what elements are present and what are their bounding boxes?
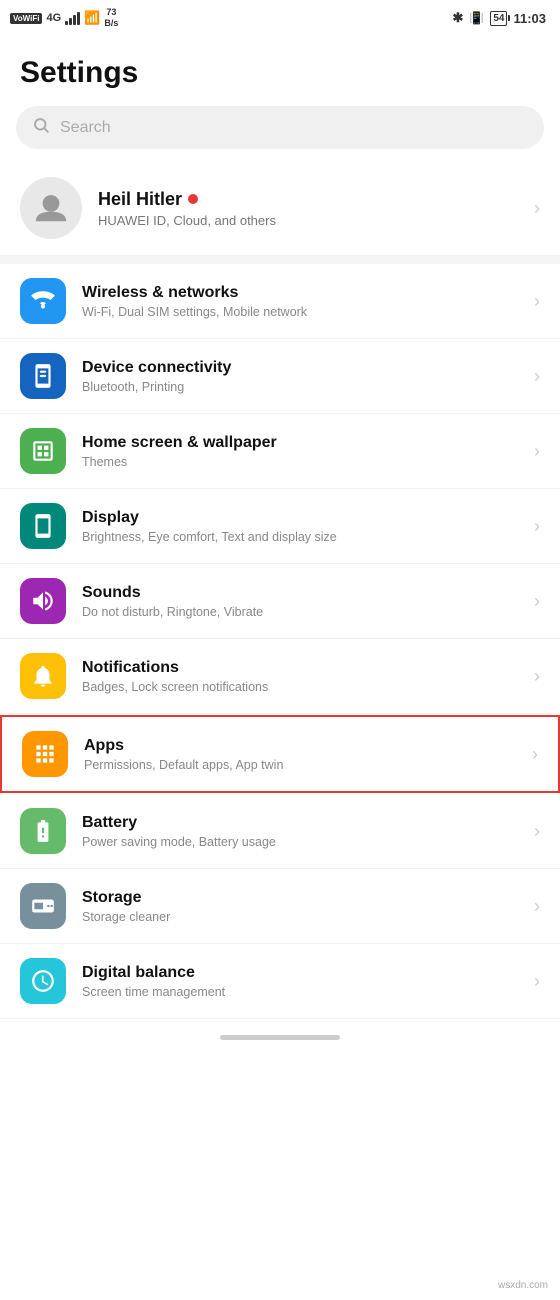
home-bar <box>0 1019 560 1052</box>
wireless-text: Wireless & networks Wi-Fi, Dual SIM sett… <box>82 284 526 319</box>
wifi-icon: 📶 <box>84 10 100 26</box>
settings-list: Wireless & networks Wi-Fi, Dual SIM sett… <box>0 264 560 1019</box>
digital-balance-icon <box>20 958 66 1004</box>
profile-subtitle: HUAWEI ID, Cloud, and others <box>98 213 518 228</box>
battery-container: 54 <box>490 11 507 26</box>
apps-title: Apps <box>84 737 524 755</box>
storage-subtitle: Storage cleaner <box>82 910 526 924</box>
search-icon <box>32 116 50 139</box>
storage-title: Storage <box>82 889 526 907</box>
apps-text: Apps Permissions, Default apps, App twin <box>84 737 524 772</box>
device-connectivity-title: Device connectivity <box>82 359 526 377</box>
settings-item-storage[interactable]: Storage Storage cleaner › <box>0 869 560 944</box>
battery-settings-chevron: › <box>534 821 540 842</box>
sounds-icon <box>20 578 66 624</box>
status-bar: VoWiFi 4G 📶 73 B/s ✱ 📳 54 11:03 <box>0 0 560 36</box>
status-right: ✱ 📳 54 11:03 <box>452 10 546 26</box>
wireless-chevron: › <box>534 291 540 312</box>
home-screen-chevron: › <box>534 441 540 462</box>
sounds-subtitle: Do not disturb, Ringtone, Vibrate <box>82 605 526 619</box>
watermark: wsxdn.com <box>494 1279 552 1292</box>
settings-item-apps[interactable]: Apps Permissions, Default apps, App twin… <box>0 715 560 793</box>
settings-item-digital-balance[interactable]: Digital balance Screen time management › <box>0 944 560 1019</box>
wireless-icon <box>20 278 66 324</box>
avatar <box>20 177 82 239</box>
apps-subtitle: Permissions, Default apps, App twin <box>84 758 524 772</box>
profile-info: Heil Hitler HUAWEI ID, Cloud, and others <box>98 189 518 228</box>
sounds-chevron: › <box>534 591 540 612</box>
storage-icon <box>20 883 66 929</box>
digital-balance-text: Digital balance Screen time management <box>82 964 526 999</box>
battery-settings-subtitle: Power saving mode, Battery usage <box>82 835 526 849</box>
apps-icon <box>22 731 68 777</box>
display-title: Display <box>82 509 526 527</box>
notifications-title: Notifications <box>82 659 526 677</box>
home-indicator <box>220 1035 340 1040</box>
apps-chevron: › <box>532 744 538 765</box>
device-connectivity-text: Device connectivity Bluetooth, Printing <box>82 359 526 394</box>
vibrate-icon: 📳 <box>469 11 484 25</box>
device-connectivity-icon <box>20 353 66 399</box>
settings-item-notifications[interactable]: Notifications Badges, Lock screen notifi… <box>0 639 560 714</box>
notifications-text: Notifications Badges, Lock screen notifi… <box>82 659 526 694</box>
storage-text: Storage Storage cleaner <box>82 889 526 924</box>
profile-section[interactable]: Heil Hitler HUAWEI ID, Cloud, and others… <box>0 161 560 256</box>
status-left: VoWiFi 4G 📶 73 B/s <box>10 7 118 29</box>
section-divider <box>0 256 560 264</box>
home-screen-text: Home screen & wallpaper Themes <box>82 434 526 469</box>
device-connectivity-subtitle: Bluetooth, Printing <box>82 380 526 394</box>
sounds-title: Sounds <box>82 584 526 602</box>
signal-bars <box>65 11 80 25</box>
time-display: 11:03 <box>513 11 546 26</box>
settings-item-wireless[interactable]: Wireless & networks Wi-Fi, Dual SIM sett… <box>0 264 560 339</box>
wireless-title: Wireless & networks <box>82 284 526 302</box>
battery-settings-icon <box>20 808 66 854</box>
search-placeholder: Search <box>60 119 111 137</box>
digital-balance-chevron: › <box>534 971 540 992</box>
online-indicator <box>188 194 198 204</box>
profile-chevron-icon: › <box>534 198 540 219</box>
settings-item-display[interactable]: Display Brightness, Eye comfort, Text an… <box>0 489 560 564</box>
display-text: Display Brightness, Eye comfort, Text an… <box>82 509 526 544</box>
search-bar[interactable]: Search <box>16 106 544 149</box>
notifications-subtitle: Badges, Lock screen notifications <box>82 680 526 694</box>
storage-chevron: › <box>534 896 540 917</box>
network-type: 4G <box>46 12 61 24</box>
settings-item-sounds[interactable]: Sounds Do not disturb, Ringtone, Vibrate… <box>0 564 560 639</box>
home-screen-title: Home screen & wallpaper <box>82 434 526 452</box>
notifications-chevron: › <box>534 666 540 687</box>
battery-settings-title: Battery <box>82 814 526 832</box>
home-screen-subtitle: Themes <box>82 455 526 469</box>
page-title: Settings <box>0 36 560 106</box>
wireless-subtitle: Wi-Fi, Dual SIM settings, Mobile network <box>82 305 526 319</box>
speed-indicator: 73 B/s <box>104 7 118 29</box>
settings-item-device-connectivity[interactable]: Device connectivity Bluetooth, Printing … <box>0 339 560 414</box>
notifications-icon <box>20 653 66 699</box>
settings-item-home-screen[interactable]: Home screen & wallpaper Themes › <box>0 414 560 489</box>
settings-item-battery[interactable]: Battery Power saving mode, Battery usage… <box>0 794 560 869</box>
display-chevron: › <box>534 516 540 537</box>
display-icon <box>20 503 66 549</box>
vowifi-icon: VoWiFi <box>10 13 42 24</box>
sounds-text: Sounds Do not disturb, Ringtone, Vibrate <box>82 584 526 619</box>
profile-name: Heil Hitler <box>98 189 518 210</box>
device-connectivity-chevron: › <box>534 366 540 387</box>
bluetooth-icon: ✱ <box>452 10 463 26</box>
battery-level: 54 <box>490 11 507 26</box>
digital-balance-subtitle: Screen time management <box>82 985 526 999</box>
home-screen-icon <box>20 428 66 474</box>
display-subtitle: Brightness, Eye comfort, Text and displa… <box>82 530 526 544</box>
battery-settings-text: Battery Power saving mode, Battery usage <box>82 814 526 849</box>
digital-balance-title: Digital balance <box>82 964 526 982</box>
